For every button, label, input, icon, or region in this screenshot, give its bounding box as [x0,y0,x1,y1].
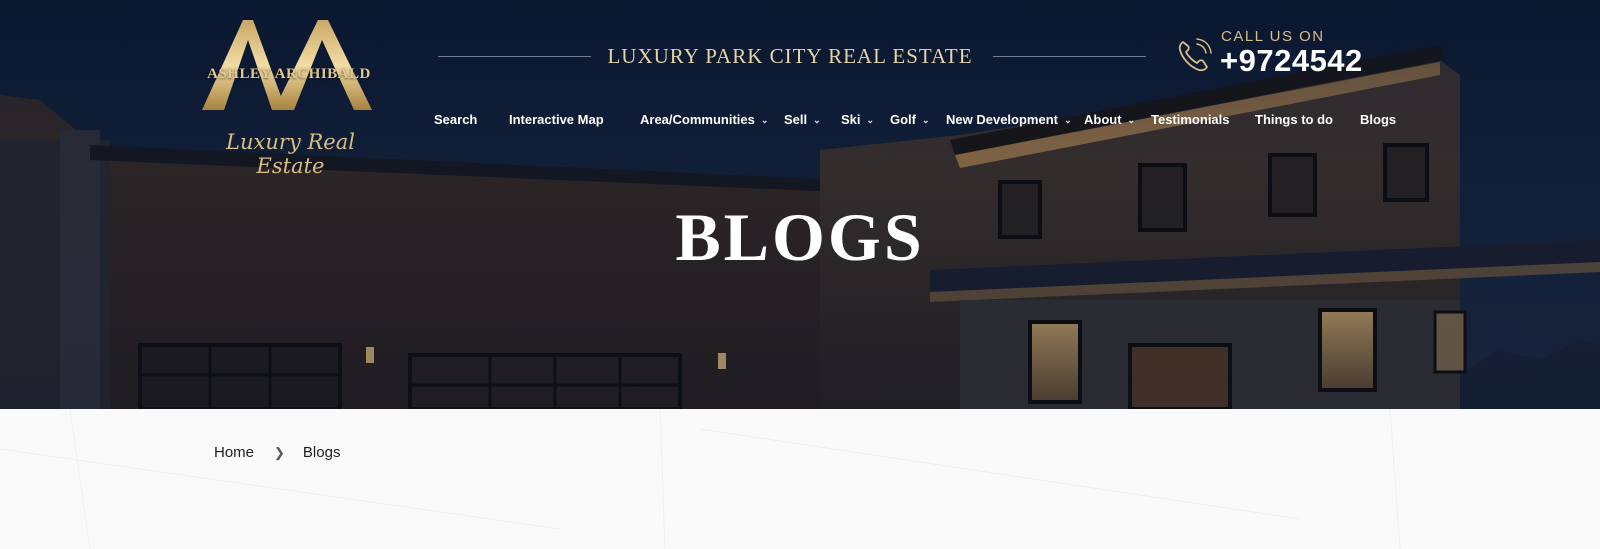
chevron-down-icon: ⌄ [866,115,875,125]
tagline-rule-left [438,56,591,57]
nav-interactive-map[interactable]: Interactive Map [509,112,604,127]
nav-label: Golf [890,112,916,127]
phone-number-link[interactable]: +9724542 [1220,43,1363,79]
breadcrumb: Home ❯ Blogs [214,444,340,461]
nav-blogs[interactable]: Blogs [1360,112,1396,127]
logo-tagline: Luxury Real Estate [226,130,355,178]
chevron-down-icon: ⌄ [760,115,769,125]
nav-new-development[interactable]: New Development ⌄ [946,112,1072,127]
nav-label: Sell [784,112,808,127]
nav-sell[interactable]: Sell ⌄ [784,112,821,127]
tagline-rule-right [993,56,1146,57]
chevron-down-icon: ⌄ [1063,115,1072,125]
site-tagline: LUXURY PARK CITY REAL ESTATE [607,44,973,68]
nav-things-to-do[interactable]: Things to do [1255,112,1333,127]
hero-banner: ASHLEY ARCHIBALD Luxury Real Estate LUXU… [0,0,1600,409]
nav-label: About [1084,112,1122,127]
background-pattern [0,409,1401,549]
nav-about[interactable]: About ⌄ [1084,112,1135,127]
chevron-down-icon: ⌄ [1127,115,1136,125]
chevron-down-icon: ⌄ [922,115,930,125]
nav-testimonials[interactable]: Testimonials [1151,112,1230,127]
nav-label: Interactive Map [509,112,604,127]
nav-ski[interactable]: Ski ⌄ [841,112,874,127]
nav-label: New Development [946,112,1058,127]
phone-icon[interactable] [1175,36,1213,74]
chevron-down-icon: ⌄ [813,115,821,125]
content-area: Home ❯ Blogs [0,409,1600,549]
nav-label: Ski [841,112,861,127]
nav-area-communities[interactable]: Area/Communities ⌄ [640,112,768,127]
site-logo[interactable]: ASHLEY ARCHIBALD Luxury Real Estate [198,18,383,178]
nav-label: Blogs [1360,112,1397,127]
breadcrumb-current: Blogs [302,444,341,461]
nav-label: Search [434,112,478,127]
nav-label: Things to do [1255,112,1333,127]
nav-search[interactable]: Search [434,112,477,127]
chevron-right-icon: ❯ [274,444,285,460]
nav-label: Testimonials [1151,112,1230,127]
nav-label: Area/Communities [640,112,755,127]
page-title: BLOGS [675,199,925,275]
breadcrumb-home-link[interactable]: Home [214,444,254,461]
nav-golf[interactable]: Golf ⌄ [890,112,930,127]
logo-name: ASHLEY ARCHIBALD [207,66,371,82]
